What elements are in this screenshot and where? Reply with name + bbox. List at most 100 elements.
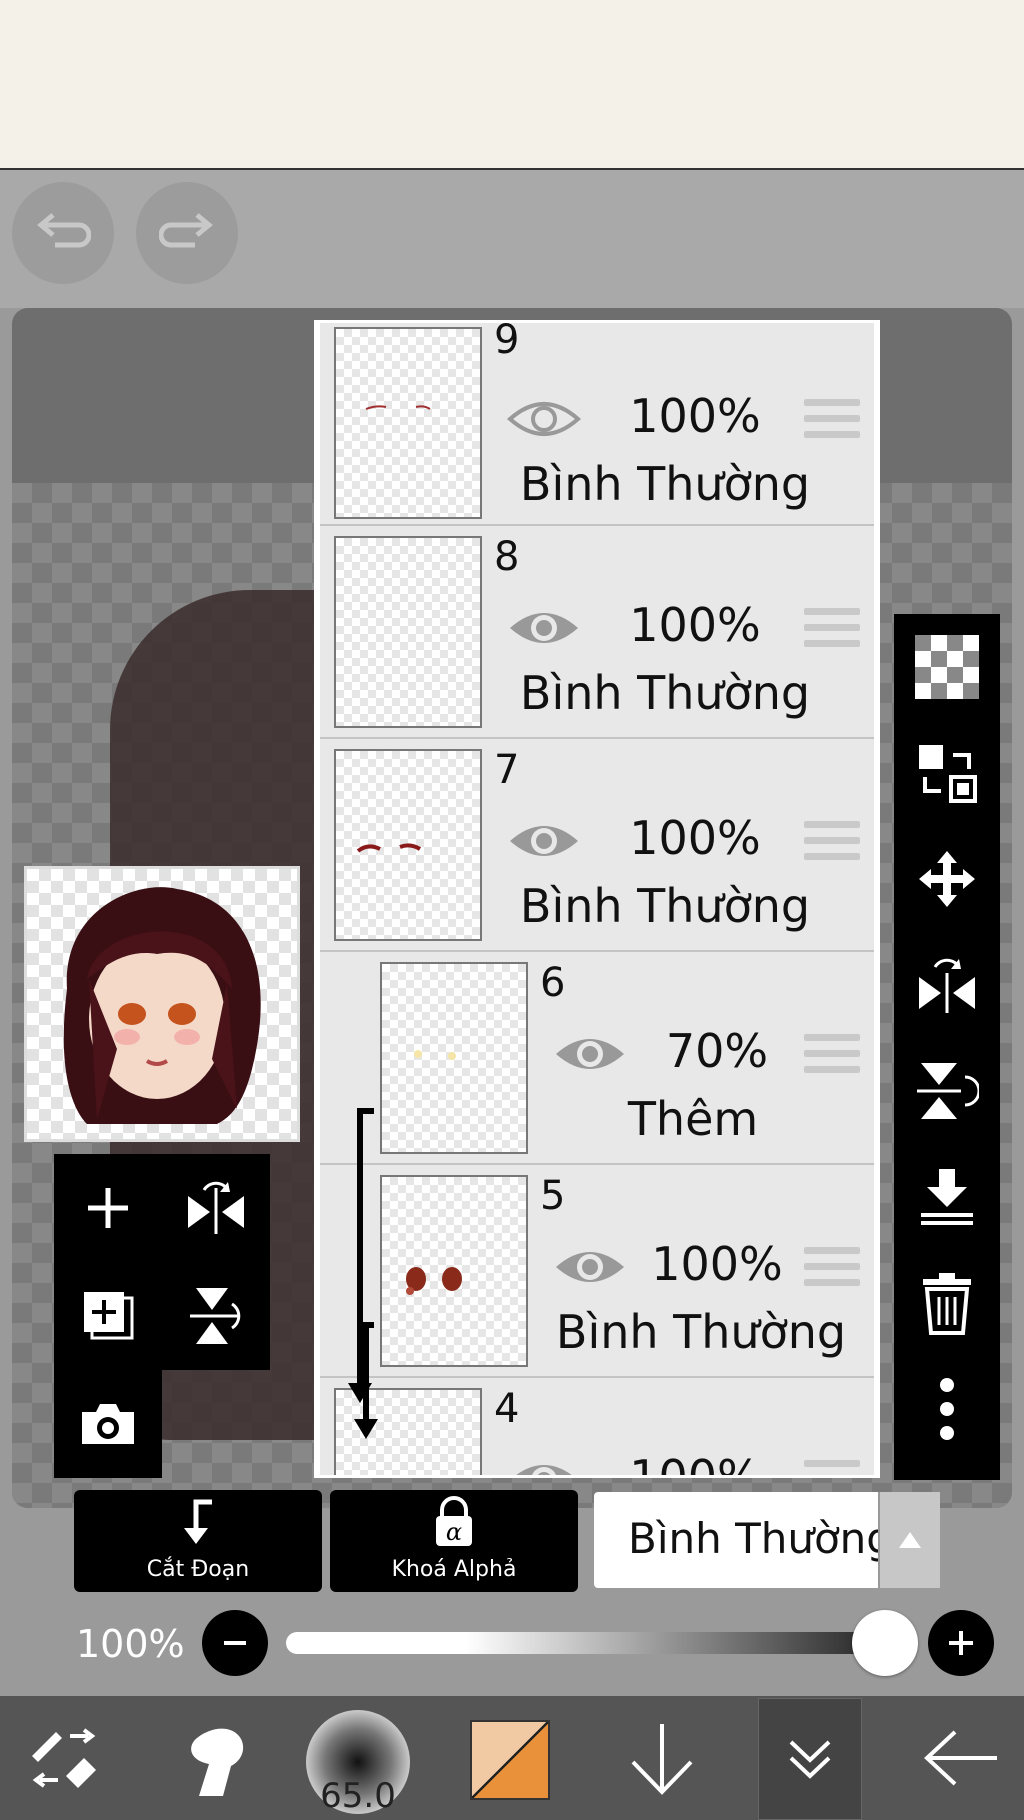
undo-icon — [37, 213, 91, 248]
layer-row-4[interactable]: 4 100% — [320, 1378, 874, 1475]
layer-row-5[interactable]: 5 100% Bình Thường — [320, 1165, 874, 1378]
swap-icon — [919, 745, 977, 803]
opacity-slider-row: 100% — [0, 1604, 1024, 1684]
color-swatch-button[interactable] — [470, 1720, 550, 1800]
more-vertical-icon — [940, 1378, 954, 1440]
brush-eraser-icon — [32, 1728, 96, 1788]
drag-handle-icon[interactable] — [804, 1034, 860, 1082]
layer-down-button[interactable] — [612, 1696, 712, 1820]
layer-blend-mode: Bình Thường — [555, 1305, 847, 1359]
blend-mode-value: Bình Thường — [628, 1514, 893, 1563]
eye-icon[interactable] — [506, 604, 582, 652]
lock-alpha-icon: α — [436, 1496, 472, 1546]
layer-opacity: 70% — [665, 1024, 769, 1078]
layer-row-9[interactable]: 9 100% Bình Thường — [320, 323, 874, 526]
flip-vertical-layer-button[interactable] — [894, 1038, 1000, 1144]
add-layer-button[interactable] — [54, 1154, 162, 1262]
eye-icon[interactable] — [552, 1243, 628, 1291]
eye-icon[interactable] — [506, 817, 582, 865]
more-options-button[interactable] — [894, 1356, 1000, 1462]
chevron-double-down-icon — [789, 1740, 831, 1779]
drag-handle-icon[interactable] — [804, 1247, 860, 1295]
layer-thumbnail — [380, 1175, 528, 1367]
alpha-lock-label: Khoá Alphả — [391, 1557, 517, 1582]
brush-eraser-toggle-button[interactable] — [14, 1696, 114, 1820]
layer-row-8[interactable]: 8 100% Bình Thường — [320, 526, 874, 739]
layer-thumbnail-content — [414, 1050, 456, 1060]
layer-thumbnail-content — [406, 1267, 462, 1295]
swap-layer-button[interactable] — [894, 720, 1000, 826]
merge-down-button[interactable] — [894, 1144, 1000, 1250]
layer-opacity: 100% — [629, 811, 761, 865]
camera-icon — [82, 1404, 134, 1444]
flip-horizontal-layer-button[interactable] — [894, 932, 1000, 1038]
layer-thumbnail — [334, 327, 482, 519]
redo-button[interactable] — [136, 182, 238, 284]
layer-opacity: 100% — [629, 389, 761, 443]
eye-outline-icon[interactable] — [506, 395, 582, 443]
layer-blend-mode: Bình Thường — [519, 457, 811, 511]
layers-panel: 9 100% Bình Thường 8 100% Bình Thường 7 … — [314, 320, 880, 1478]
finger-icon — [191, 1728, 244, 1796]
plus-icon — [949, 1631, 973, 1655]
back-button[interactable] — [906, 1696, 1016, 1820]
navigator-preview[interactable] — [24, 866, 300, 1142]
move-icon — [919, 851, 975, 907]
layer-action-row: Cắt Đoạn α Khoá Alphả Bình Thường — [74, 1490, 1002, 1592]
layer-number: 7 — [494, 747, 520, 793]
layers-tab-button[interactable] — [758, 1696, 862, 1820]
eye-icon[interactable] — [506, 1456, 582, 1475]
layer-blend-mode: Thêm — [627, 1092, 759, 1146]
character-portrait-image — [63, 887, 261, 1124]
layer-thumbnail-content — [365, 405, 431, 410]
right-toolbar — [894, 614, 1000, 1480]
flip-horizontal-button[interactable] — [162, 1154, 270, 1262]
finger-smudge-button[interactable] — [164, 1696, 264, 1820]
plus-icon — [88, 1188, 128, 1228]
delete-layer-button[interactable] — [894, 1250, 1000, 1356]
eye-icon[interactable] — [552, 1030, 628, 1078]
opacity-value: 100% — [76, 1622, 185, 1666]
flip-vertical-icon — [917, 1063, 979, 1119]
svg-text:α: α — [446, 1518, 462, 1546]
layer-number: 6 — [540, 960, 566, 1006]
layer-number: 9 — [494, 323, 520, 363]
undo-button[interactable] — [12, 182, 114, 284]
clip-arrow-icon — [184, 1499, 212, 1544]
dropdown-arrow-icon[interactable] — [878, 1492, 940, 1588]
copy-layer-button[interactable] — [54, 1262, 162, 1370]
brush-size-value: 65.0 — [320, 1776, 396, 1816]
layer-row-7[interactable]: 7 100% Bình Thường — [320, 739, 874, 952]
alpha-lock-button[interactable]: α Khoá Alphả — [330, 1490, 578, 1592]
layer-number: 4 — [494, 1386, 520, 1432]
drag-handle-icon[interactable] — [804, 1460, 860, 1475]
flip-vertical-button[interactable] — [162, 1262, 270, 1370]
minus-icon — [224, 1641, 246, 1645]
checkerboard-icon — [915, 635, 979, 699]
layer-thumbnail-content — [356, 843, 422, 853]
copy-layer-icon — [84, 1292, 134, 1340]
clipping-arrow-icon — [348, 1108, 378, 1439]
redo-icon — [159, 213, 213, 248]
transparent-fill-button[interactable] — [894, 614, 1000, 720]
drag-handle-icon[interactable] — [804, 821, 860, 869]
flip-horizontal-icon — [919, 958, 975, 1013]
camera-button[interactable] — [54, 1370, 162, 1478]
blend-mode-select[interactable]: Bình Thường — [594, 1492, 940, 1588]
drag-handle-icon[interactable] — [804, 608, 860, 656]
opacity-slider-track[interactable] — [286, 1632, 886, 1654]
opacity-slider-thumb[interactable] — [852, 1610, 918, 1676]
move-button[interactable] — [894, 826, 1000, 932]
layer-row-6[interactable]: 6 70% Thêm — [320, 952, 874, 1165]
layer-opacity: 100% — [629, 598, 761, 652]
arrow-left-icon — [924, 1730, 997, 1786]
layer-number: 8 — [494, 534, 520, 580]
layers-list: 9 100% Bình Thường 8 100% Bình Thường 7 … — [320, 323, 874, 1475]
layer-thumbnail — [380, 962, 528, 1154]
opacity-increase-button[interactable] — [928, 1610, 994, 1676]
flip-horizontal-icon — [188, 1181, 244, 1234]
drag-handle-icon[interactable] — [804, 399, 860, 447]
opacity-decrease-button[interactable] — [202, 1610, 268, 1676]
clipping-button[interactable]: Cắt Đoạn — [74, 1490, 322, 1592]
layer-blend-mode: Bình Thường — [519, 879, 811, 933]
